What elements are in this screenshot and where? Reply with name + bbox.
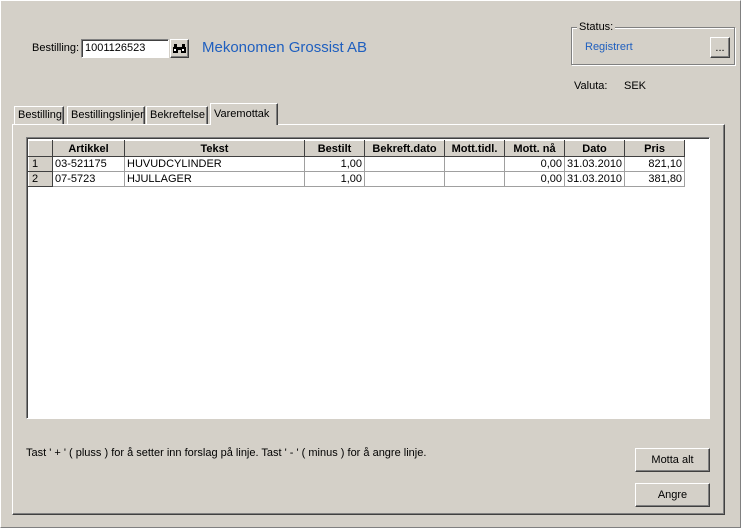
cell-dato[interactable]: 31.03.2010 — [564, 156, 626, 172]
receipt-grid[interactable]: Artikkel Tekst Bestilt Bekreft.dato Mott… — [26, 137, 710, 419]
cell-tekst[interactable]: HUVUDCYLINDER — [124, 156, 305, 172]
binoculars-icon — [173, 44, 186, 53]
tab-varemottak[interactable]: Varemottak — [210, 103, 278, 125]
cell-bestilt[interactable]: 1,00 — [304, 156, 365, 172]
status-more-button[interactable]: ... — [710, 37, 730, 58]
cell-mott-na[interactable]: 0,00 — [504, 171, 565, 187]
receipt-table: Artikkel Tekst Bestilt Bekreft.dato Mott… — [28, 140, 686, 187]
cell-bestilt[interactable]: 1,00 — [304, 171, 365, 187]
tab-bekreftelse[interactable]: Bekreftelse — [146, 106, 208, 124]
column-header-bestilt[interactable]: Bestilt — [304, 140, 365, 157]
order-label: Bestilling: — [32, 42, 80, 54]
tab-bestilling[interactable]: Bestilling — [14, 106, 64, 124]
column-header-bekreft-dato[interactable]: Bekreft.dato — [364, 140, 445, 157]
cell-pris[interactable]: 821,10 — [624, 156, 686, 172]
cell-mott-tidl[interactable] — [444, 156, 505, 172]
undo-button[interactable]: Angre — [635, 483, 710, 507]
cell-artikkel[interactable]: 07-5723 — [52, 171, 125, 187]
cell-tekst[interactable]: HJULLAGER — [124, 171, 305, 187]
cell-bekreft-dato[interactable] — [364, 156, 445, 172]
cell-mott-na[interactable]: 0,00 — [504, 156, 565, 172]
receive-all-button[interactable]: Motta alt — [635, 448, 710, 472]
search-button[interactable] — [170, 39, 189, 58]
tab-bestillingslinjer[interactable]: Bestillingslinjer — [67, 106, 145, 124]
table-row[interactable]: 2 07-5723 HJULLAGER 1,00 0,00 31.03.2010… — [28, 171, 686, 187]
status-group-label: Status: — [577, 21, 616, 33]
currency-value: SEK — [624, 80, 647, 92]
status-value: Registrert — [585, 41, 633, 53]
column-header-pris[interactable]: Pris — [624, 140, 686, 157]
column-header-mott-na[interactable]: Mott. nå — [504, 140, 565, 157]
column-header-mott-tidl[interactable]: Mott.tidl. — [444, 140, 505, 157]
cell-artikkel[interactable]: 03-521175 — [52, 156, 125, 172]
order-number-field[interactable]: 1001126523 — [81, 39, 169, 58]
table-row[interactable]: 1 03-521175 HUVUDCYLINDER 1,00 0,00 31.0… — [28, 156, 686, 172]
column-header-tekst[interactable]: Tekst — [124, 140, 305, 157]
column-header-dato[interactable]: Dato — [563, 140, 626, 157]
table-header-row: Artikkel Tekst Bestilt Bekreft.dato Mott… — [28, 140, 686, 157]
row-number[interactable]: 1 — [28, 156, 53, 172]
column-header-artikkel[interactable]: Artikkel — [52, 140, 125, 157]
column-header-rownum — [28, 140, 53, 157]
keyboard-hint: Tast ' + ' ( pluss ) for å setter inn fo… — [26, 447, 427, 459]
cell-mott-tidl[interactable] — [444, 171, 505, 187]
cell-dato[interactable]: 31.03.2010 — [564, 171, 626, 187]
cell-pris[interactable]: 381,80 — [624, 171, 686, 187]
currency-label: Valuta: — [574, 80, 608, 92]
cell-bekreft-dato[interactable] — [364, 171, 445, 187]
supplier-name: Mekonomen Grossist AB — [202, 39, 368, 56]
row-number[interactable]: 2 — [28, 171, 53, 187]
